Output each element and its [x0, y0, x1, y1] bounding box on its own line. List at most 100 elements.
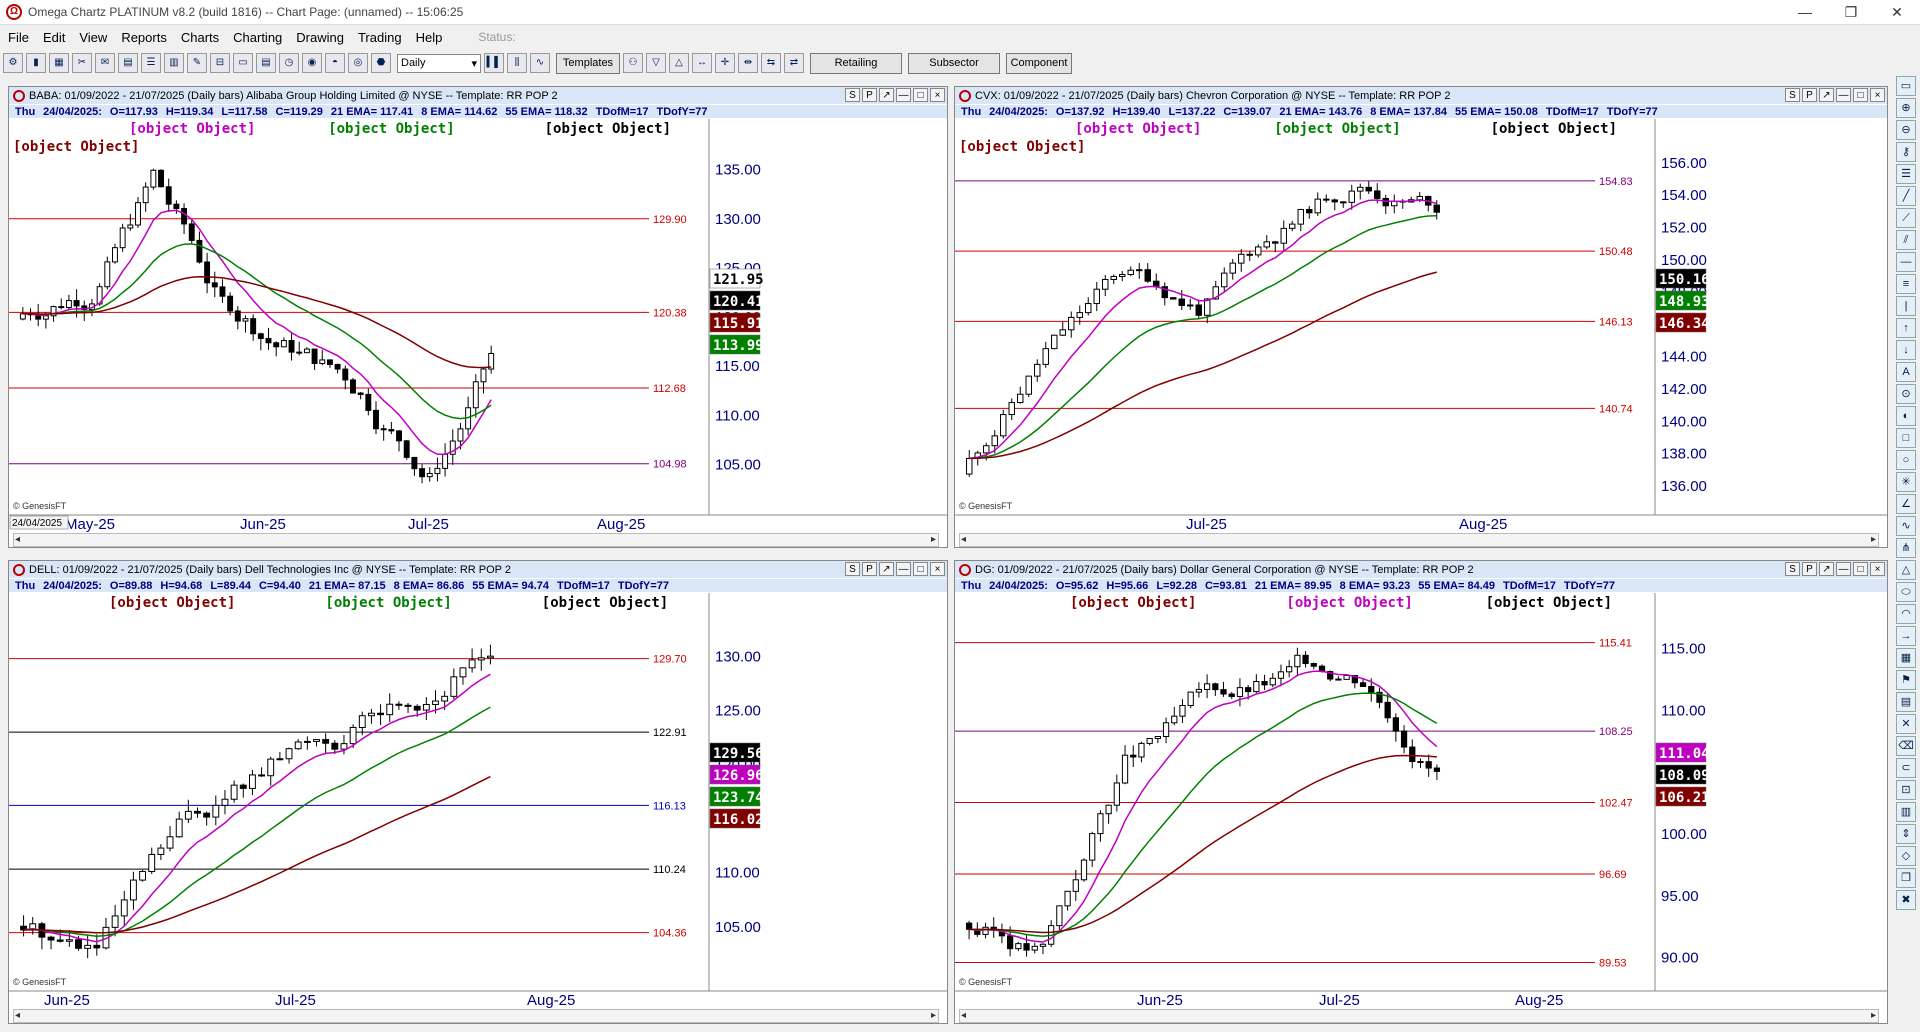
settings-icon[interactable]: ⚙	[3, 53, 23, 73]
trendline-icon[interactable]: ╱	[1896, 186, 1916, 206]
symbol-button[interactable]: S	[845, 88, 860, 102]
maximize-icon[interactable]: □	[913, 562, 928, 576]
menu-edit[interactable]: Edit	[35, 30, 71, 45]
print-button[interactable]: P	[1802, 88, 1817, 102]
menu-file[interactable]: File	[0, 30, 35, 45]
minimize-icon[interactable]: —	[896, 88, 911, 102]
minimize-icon[interactable]: —	[1782, 0, 1828, 24]
horizontal-scrollbar[interactable]: ◂ ▸	[13, 1009, 939, 1023]
close-icon[interactable]: ×	[930, 88, 945, 102]
scroll-right-icon[interactable]: ▸	[931, 1010, 936, 1021]
tag-icon[interactable]: ◇	[1896, 846, 1916, 866]
scale-icon[interactable]: ⇕	[1896, 824, 1916, 844]
lock-icon[interactable]: ⊡	[1896, 780, 1916, 800]
close-icon[interactable]: ×	[930, 562, 945, 576]
maximize-icon[interactable]: □	[1853, 562, 1868, 576]
scroll-left-icon[interactable]: ◂	[15, 534, 20, 545]
crosshair-icon[interactable]: ✛	[715, 53, 735, 73]
vline-icon[interactable]: |	[1896, 296, 1916, 316]
magnet-icon[interactable]: ⊂	[1896, 758, 1916, 778]
hline-icon[interactable]: —	[1896, 252, 1916, 272]
tools-icon[interactable]: ✂	[72, 53, 92, 73]
fib-icon[interactable]: ≡	[1896, 274, 1916, 294]
maximize-icon[interactable]: □	[1853, 88, 1868, 102]
restore-icon[interactable]: ❐	[1828, 0, 1874, 24]
minimize-icon[interactable]: —	[1836, 562, 1851, 576]
network-icon[interactable]: ⚇	[623, 53, 643, 73]
symbol-button[interactable]: S	[1785, 88, 1800, 102]
chart-panel-dell[interactable]: DELL: 01/09/2022 - 21/07/2025 (Daily bar…	[8, 560, 948, 1024]
split-icon[interactable]: ⇹	[738, 53, 758, 73]
stop-icon[interactable]: ⬣	[371, 53, 391, 73]
fan-icon[interactable]: ⟋	[1896, 208, 1916, 228]
subsector-button[interactable]: Subsector	[908, 52, 1000, 74]
helmet-icon[interactable]: ◓	[325, 53, 345, 73]
window-icon[interactable]: ▭	[1896, 76, 1916, 96]
arrow-up-icon[interactable]: ↑	[1896, 318, 1916, 338]
interval-select[interactable]: Daily ▾	[397, 53, 481, 73]
minimize-icon[interactable]: —	[896, 562, 911, 576]
gann-icon[interactable]: ✳	[1896, 472, 1916, 492]
target-icon[interactable]: ◎	[348, 53, 368, 73]
bars-icon[interactable]: ▦	[1896, 648, 1916, 668]
menu-view[interactable]: View	[71, 30, 113, 45]
popout-icon[interactable]: ↗	[879, 88, 894, 102]
scroll-right-icon[interactable]: ▸	[1871, 1010, 1876, 1021]
templates-button[interactable]: Templates	[556, 52, 620, 74]
menu-drawing[interactable]: Drawing	[288, 30, 350, 45]
menu-charting[interactable]: Charting	[225, 30, 288, 45]
note-icon[interactable]: ▤	[256, 53, 276, 73]
table-icon[interactable]: ▥	[164, 53, 184, 73]
horizontal-scrollbar[interactable]: ◂ ▸	[959, 533, 1879, 547]
text-icon[interactable]: A	[1896, 362, 1916, 382]
key-icon[interactable]: ⚷	[1896, 142, 1916, 162]
arrows-icon[interactable]: ⇄	[784, 53, 804, 73]
chart-icon[interactable]: ▥	[1896, 802, 1916, 822]
shrink-icon[interactable]: ⇆	[761, 53, 781, 73]
scroll-right-icon[interactable]: ▸	[1871, 534, 1876, 545]
list-icon[interactable]: ☰	[141, 53, 161, 73]
chart-panel-dg[interactable]: DG: 01/09/2022 - 21/07/2025 (Daily bars)…	[954, 560, 1888, 1024]
circle-icon[interactable]: ○	[1896, 450, 1916, 470]
chart-panel-cvx[interactable]: CVX: 01/09/2022 - 21/07/2025 (Daily bars…	[954, 86, 1888, 548]
symbol-button[interactable]: S	[1785, 562, 1800, 576]
print-button[interactable]: P	[862, 562, 877, 576]
mail-icon[interactable]: ✉	[95, 53, 115, 73]
expand-icon[interactable]: ↔	[692, 53, 712, 73]
cross-icon[interactable]: ✕	[1896, 714, 1916, 734]
triangle-icon[interactable]: △	[1896, 560, 1916, 580]
marker-icon[interactable]: ⊙	[1896, 384, 1916, 404]
chevron-down-icon[interactable]: ▽	[646, 53, 666, 73]
scroll-right-icon[interactable]: ▸	[931, 534, 936, 545]
popout-icon[interactable]: ↗	[1819, 88, 1834, 102]
card-icon[interactable]: ▭	[233, 53, 253, 73]
component-button[interactable]: Component	[1006, 52, 1072, 74]
angle-icon[interactable]: ∠	[1896, 494, 1916, 514]
ruler-icon[interactable]: ⊟	[210, 53, 230, 73]
wave-icon[interactable]: ∿	[1896, 516, 1916, 536]
ray-icon[interactable]: →	[1896, 626, 1916, 646]
disc-icon[interactable]: ◉	[302, 53, 322, 73]
horizontal-scrollbar[interactable]: ◂ ▸	[13, 533, 939, 547]
clock-icon[interactable]: ◷	[279, 53, 299, 73]
grid-icon[interactable]: ▤	[1896, 692, 1916, 712]
arc-icon[interactable]: ◠	[1896, 604, 1916, 624]
line-chart-icon[interactable]: ∿	[530, 53, 550, 73]
box-icon[interactable]: □	[1896, 428, 1916, 448]
arrow-down-icon[interactable]: ↓	[1896, 340, 1916, 360]
candle-icon[interactable]: ⫼	[507, 53, 527, 73]
delete-icon[interactable]: ✖	[1896, 890, 1916, 910]
menu-help[interactable]: Help	[408, 30, 449, 45]
zoom-in-icon[interactable]: ⊕	[1896, 98, 1916, 118]
copy-icon[interactable]: ❐	[1896, 868, 1916, 888]
bar-chart-icon[interactable]: ▍▌	[484, 53, 504, 73]
symbol-button[interactable]: S	[845, 562, 860, 576]
close-icon[interactable]: ✕	[1874, 0, 1920, 24]
pencil-icon[interactable]: ✎	[187, 53, 207, 73]
close-icon[interactable]: ×	[1870, 562, 1885, 576]
price-chart[interactable]: 135.00130.00125.00120.00115.00110.00105.…	[9, 119, 947, 533]
scroll-left-icon[interactable]: ◂	[961, 1010, 966, 1021]
menu-reports[interactable]: Reports	[113, 30, 173, 45]
popout-icon[interactable]: ↗	[879, 562, 894, 576]
price-chart[interactable]: 130.00125.00120.00115.00110.00105.00129.…	[9, 593, 947, 1009]
